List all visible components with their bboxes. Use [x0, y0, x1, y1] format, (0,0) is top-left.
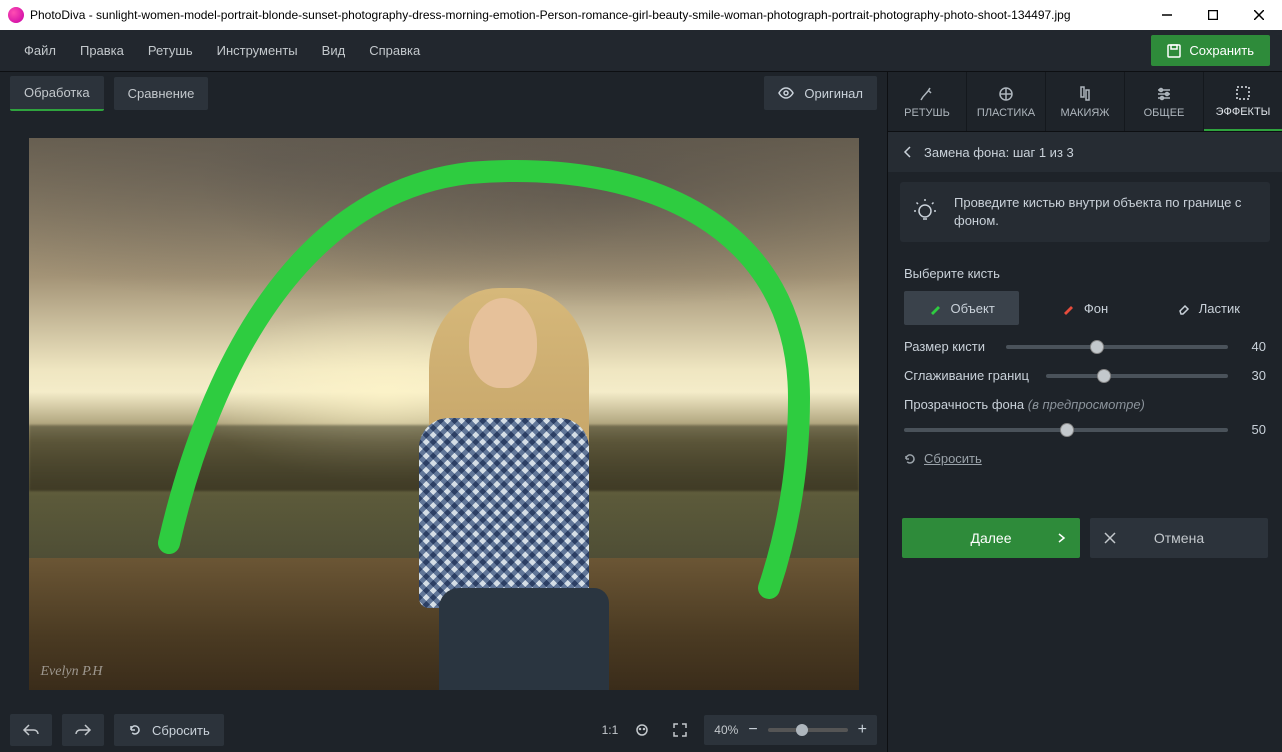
zoom-1to1-button[interactable]: 1:1	[602, 723, 619, 737]
brush-section-title: Выберите кисть	[904, 266, 1266, 281]
show-original-button[interactable]: Оригинал	[764, 76, 877, 110]
brush-size-slider[interactable]	[1006, 345, 1228, 349]
smoothing-label: Сглаживание границ	[904, 368, 1034, 383]
undo-button[interactable]	[10, 714, 52, 746]
zoom-out-button[interactable]: −	[748, 721, 757, 739]
step-header: Замена фона: шаг 1 из 3	[888, 132, 1282, 172]
fit-screen-button[interactable]	[666, 714, 694, 746]
menu-file[interactable]: Файл	[12, 37, 68, 64]
window-titlebar: PhotoDiva - sunlight-women-model-portrai…	[0, 0, 1282, 30]
menu-help[interactable]: Справка	[357, 37, 432, 64]
tab-plastic[interactable]: ПЛАСТИКА	[967, 72, 1046, 131]
window-title: PhotoDiva - sunlight-women-model-portrai…	[30, 8, 1144, 22]
next-button[interactable]: Далее	[902, 518, 1080, 558]
window-minimize-button[interactable]	[1144, 0, 1190, 30]
zoom-value: 40%	[714, 723, 738, 737]
eraser-icon	[1177, 301, 1191, 315]
cancel-button[interactable]: Отмена	[1090, 518, 1268, 558]
hint-box: Проведите кистью внутри объекта по грани…	[900, 182, 1270, 242]
menu-edit[interactable]: Правка	[68, 37, 136, 64]
tab-compare[interactable]: Сравнение	[114, 77, 209, 110]
image-canvas[interactable]: Evelyn P.H	[29, 138, 859, 690]
save-button[interactable]: Сохранить	[1151, 35, 1270, 66]
face-fit-button[interactable]	[628, 714, 656, 746]
canvas-bottom-toolbar: Сбросить 1:1 40% − +	[0, 708, 887, 752]
brush-size-label: Размер кисти	[904, 339, 994, 354]
tab-retouch[interactable]: РЕТУШЬ	[888, 72, 967, 131]
chevron-right-icon	[1056, 532, 1066, 544]
canvas-tabs: Обработка Сравнение Оригинал	[0, 72, 887, 114]
zoom-in-button[interactable]: +	[858, 721, 867, 739]
menu-view[interactable]: Вид	[310, 37, 358, 64]
step-title: Замена фона: шаг 1 из 3	[924, 145, 1074, 160]
smoothing-value: 30	[1240, 368, 1266, 383]
save-icon	[1167, 44, 1181, 58]
eye-icon	[778, 85, 794, 101]
canvas-area: Обработка Сравнение Оригинал	[0, 72, 887, 752]
reset-icon	[128, 723, 142, 737]
app-logo-icon	[8, 7, 24, 23]
photo-subject	[389, 268, 629, 688]
brush-background-button[interactable]: Фон	[1027, 291, 1142, 325]
close-icon	[1104, 532, 1116, 544]
bg-opacity-label: Прозрачность фона (в предпросмотре)	[904, 397, 1266, 412]
lightbulb-icon	[912, 194, 940, 230]
tab-makeup[interactable]: МАКИЯЖ	[1046, 72, 1125, 131]
brush-eraser-button[interactable]: Ластик	[1151, 291, 1266, 325]
right-tabs: РЕТУШЬ ПЛАСТИКА МАКИЯЖ ОБЩЕЕ ЭФФЕКТЫ	[888, 72, 1282, 132]
reset-link[interactable]: Сбросить	[904, 451, 1266, 466]
reset-icon	[904, 453, 916, 465]
zoom-control: 40% − +	[704, 715, 877, 745]
reset-button[interactable]: Сбросить	[114, 714, 224, 746]
back-icon[interactable]	[902, 145, 912, 159]
hint-text: Проведите кистью внутри объекта по грани…	[954, 194, 1258, 230]
bg-opacity-value: 50	[1240, 422, 1266, 437]
bg-opacity-slider[interactable]	[904, 428, 1228, 432]
tab-edit[interactable]: Обработка	[10, 76, 104, 111]
right-panel: РЕТУШЬ ПЛАСТИКА МАКИЯЖ ОБЩЕЕ ЭФФЕКТЫ Зам…	[887, 72, 1282, 752]
brush-icon	[1062, 301, 1076, 315]
menubar: Файл Правка Ретушь Инструменты Вид Справ…	[0, 30, 1282, 72]
smoothing-slider[interactable]	[1046, 374, 1228, 378]
photo-watermark: Evelyn P.H	[41, 664, 103, 680]
tab-general[interactable]: ОБЩЕЕ	[1125, 72, 1204, 131]
brush-object-button[interactable]: Объект	[904, 291, 1019, 325]
zoom-slider[interactable]	[768, 728, 848, 732]
menu-tools[interactable]: Инструменты	[205, 37, 310, 64]
window-maximize-button[interactable]	[1190, 0, 1236, 30]
tab-effects[interactable]: ЭФФЕКТЫ	[1204, 72, 1282, 131]
brush-icon	[929, 301, 943, 315]
window-close-button[interactable]	[1236, 0, 1282, 30]
brush-size-value: 40	[1240, 339, 1266, 354]
redo-button[interactable]	[62, 714, 104, 746]
menu-retouch[interactable]: Ретушь	[136, 37, 205, 64]
